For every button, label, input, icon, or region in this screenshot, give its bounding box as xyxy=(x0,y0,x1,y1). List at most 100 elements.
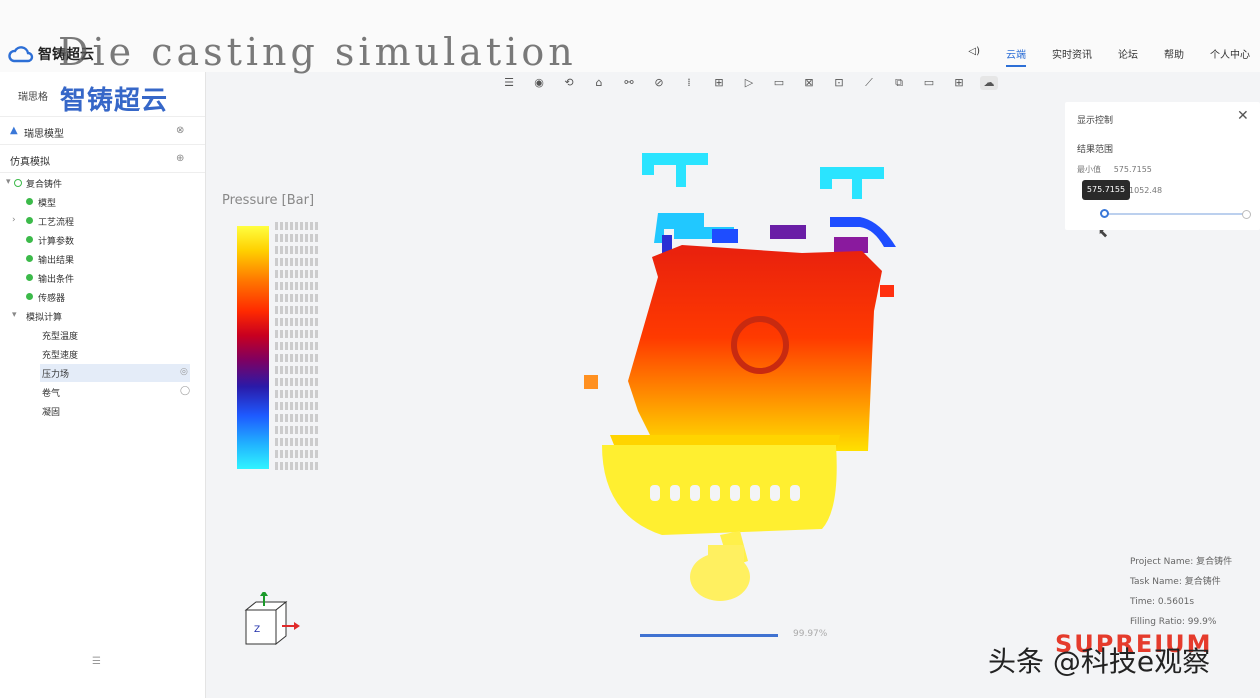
tree-item[interactable]: 凝固 xyxy=(0,402,190,420)
panel-title: 显示控制 xyxy=(1077,116,1114,126)
tree-item-label: 复合铸件 xyxy=(26,180,63,190)
close-icon[interactable]: ✕ xyxy=(1237,108,1249,124)
section-label: 瑞思模型 xyxy=(24,129,64,140)
check-icon xyxy=(26,217,33,224)
slider-tooltip: 575.7155 xyxy=(1082,180,1130,200)
tool-icon[interactable]: ⊠ xyxy=(800,76,818,90)
range-slider-handle-end[interactable] xyxy=(1242,210,1251,219)
cloud-view-icon[interactable]: ☁ xyxy=(980,76,998,90)
tool-icon[interactable]: ⊞ xyxy=(710,76,728,90)
target-icon[interactable]: ◉ xyxy=(530,76,548,90)
tree-item-label: 传感器 xyxy=(38,294,66,304)
tree-item[interactable]: 模型 xyxy=(0,193,190,211)
tree-item-label: 工艺流程 xyxy=(38,218,75,228)
settings-icon[interactable]: ⊗ xyxy=(176,125,184,136)
tree-item[interactable]: ▾ 模拟计算 xyxy=(0,307,190,325)
min-value-row: 最小值 575.7155 xyxy=(1077,164,1152,175)
check-icon xyxy=(26,236,33,243)
expand-icon[interactable]: ▾ xyxy=(6,177,11,187)
sidebar-section-model[interactable]: ▲ 瑞思模型 ⊗ xyxy=(0,116,205,145)
chart-icon[interactable]: ⟋ xyxy=(860,76,878,90)
tree-item[interactable]: 输出条件 xyxy=(0,269,190,287)
tree-item[interactable]: 计算参数 xyxy=(0,231,190,249)
project-name: Project Name: 复合铸件 xyxy=(1130,557,1233,567)
range-slider-handle[interactable] xyxy=(1100,209,1109,218)
tree-item-label: 充型温度 xyxy=(42,332,79,342)
tree-item-selected[interactable]: 压力场 ◎ xyxy=(40,364,190,382)
mouse-cursor-icon: ⬉ xyxy=(1098,226,1109,240)
tree-item-label: 卷气 xyxy=(42,389,61,399)
legend-title: Pressure [Bar] xyxy=(222,193,315,208)
tag-icon[interactable]: ⊘ xyxy=(650,76,668,90)
home-icon[interactable]: ⌂ xyxy=(590,76,608,90)
progress-text: 99.97% xyxy=(793,629,828,639)
task-name: Task Name: 复合铸件 xyxy=(1130,577,1221,587)
brand-small-label: 瑞思格 xyxy=(18,92,48,103)
sidebar: 瑞思格 智铸超云 ▲ 瑞思模型 ⊗ 仿真模拟 ⊕ ▾ 复合铸件 模型 › 工艺流程 … xyxy=(0,72,206,698)
sidebar-section-simulation[interactable]: 仿真模拟 ⊕ xyxy=(0,144,205,173)
max-value: 1052.48 xyxy=(1129,186,1163,195)
tree-item[interactable]: › 工艺流程 xyxy=(0,212,190,230)
tool-icon[interactable]: ⊡ xyxy=(830,76,848,90)
tool-icon[interactable]: ▷ xyxy=(740,76,758,90)
add-icon[interactable]: ⊕ xyxy=(176,153,184,164)
nav-item-forum[interactable]: 论坛 xyxy=(1118,46,1138,67)
nav-item-help[interactable]: 帮助 xyxy=(1164,46,1184,67)
simulation-info: Project Name: 复合铸件 Task Name: 复合铸件 Time:… xyxy=(1130,552,1232,632)
tree-item-label: 模拟计算 xyxy=(26,313,63,323)
eye-icon[interactable]: ◎ xyxy=(180,367,188,377)
min-value: 575.7155 xyxy=(1113,165,1152,174)
panel-subtitle: 结果范围 xyxy=(1077,145,1114,155)
screen-icon[interactable]: ▭ xyxy=(920,76,938,90)
nav-item-news[interactable]: 实时资讯 xyxy=(1052,46,1092,67)
check-icon xyxy=(26,198,33,205)
expand-icon[interactable]: ▾ xyxy=(12,310,17,320)
tree-item-label: 压力场 xyxy=(42,370,70,380)
rotate-icon[interactable]: ⟲ xyxy=(560,76,578,90)
tree-item-label: 计算参数 xyxy=(38,237,75,247)
sound-icon[interactable]: ◁) xyxy=(968,46,980,67)
check-icon xyxy=(26,293,33,300)
tree-item[interactable]: 传感器 xyxy=(0,288,190,306)
nav-item-cloud[interactable]: 云端 xyxy=(1006,46,1026,67)
brand-row: 瑞思格 智铸超云 xyxy=(0,72,205,117)
tree-item[interactable]: 充型温度 xyxy=(0,326,190,344)
brand-title: 智铸超云 xyxy=(60,86,169,116)
min-label: 最小值 xyxy=(1077,165,1101,174)
expand-icon[interactable]: › xyxy=(12,215,16,225)
axis-triad-icon[interactable]: Z xyxy=(242,592,302,654)
casting-model-viewport[interactable] xyxy=(580,145,910,635)
legend-tick-labels xyxy=(275,222,335,472)
tool-icon[interactable]: ⁞ xyxy=(680,76,698,90)
viewer-toolbar: ☰ ◉ ⟲ ⌂ ⚯ ⊘ ⁞ ⊞ ▷ ▭ ⊠ ⊡ ⟋ ⧉ ▭ ⊞ ☁ xyxy=(500,76,998,90)
range-slider-track[interactable] xyxy=(1104,213,1246,215)
cloud-icon xyxy=(8,46,34,63)
check-icon xyxy=(26,255,33,262)
filling-ratio: Filling Ratio: 99.9% xyxy=(1130,617,1217,627)
nav-item-profile[interactable]: 个人中心 xyxy=(1210,46,1250,67)
collapse-icon[interactable]: ☰ xyxy=(92,656,101,667)
tree-item-label: 充型速度 xyxy=(42,351,79,361)
grid-icon[interactable]: ⊞ xyxy=(950,76,968,90)
svg-text:Z: Z xyxy=(254,625,260,635)
status-icon xyxy=(14,179,22,187)
tree-item-label: 模型 xyxy=(38,199,57,209)
tree-item[interactable]: 充型速度 xyxy=(0,345,190,363)
box-icon[interactable]: ⧉ xyxy=(890,76,908,90)
link-icon[interactable]: ⚯ xyxy=(620,76,638,90)
check-icon xyxy=(26,274,33,281)
menu-icon[interactable]: ☰ xyxy=(500,76,518,90)
tree-item[interactable]: 输出结果 xyxy=(0,250,190,268)
info-icon[interactable]: ◯ xyxy=(180,386,190,396)
display-control-panel: 显示控制 ✕ 结果范围 最小值 575.7155 1052.48 xyxy=(1065,102,1260,230)
tree-item-label: 输出条件 xyxy=(38,275,75,285)
tool-icon[interactable]: ▭ xyxy=(770,76,788,90)
progress-fill xyxy=(640,634,778,637)
tree-item[interactable]: 卷气 ◯ xyxy=(0,383,190,401)
tree-item-label: 凝固 xyxy=(42,408,61,418)
sim-time: Time: 0.5601s xyxy=(1130,597,1195,607)
section-label: 仿真模拟 xyxy=(10,157,50,168)
top-nav: ◁) 云端 实时资讯 论坛 帮助 个人中心 xyxy=(968,46,1250,67)
tree-item[interactable]: ▾ 复合铸件 xyxy=(0,174,190,192)
triangle-icon: ▲ xyxy=(10,125,18,136)
